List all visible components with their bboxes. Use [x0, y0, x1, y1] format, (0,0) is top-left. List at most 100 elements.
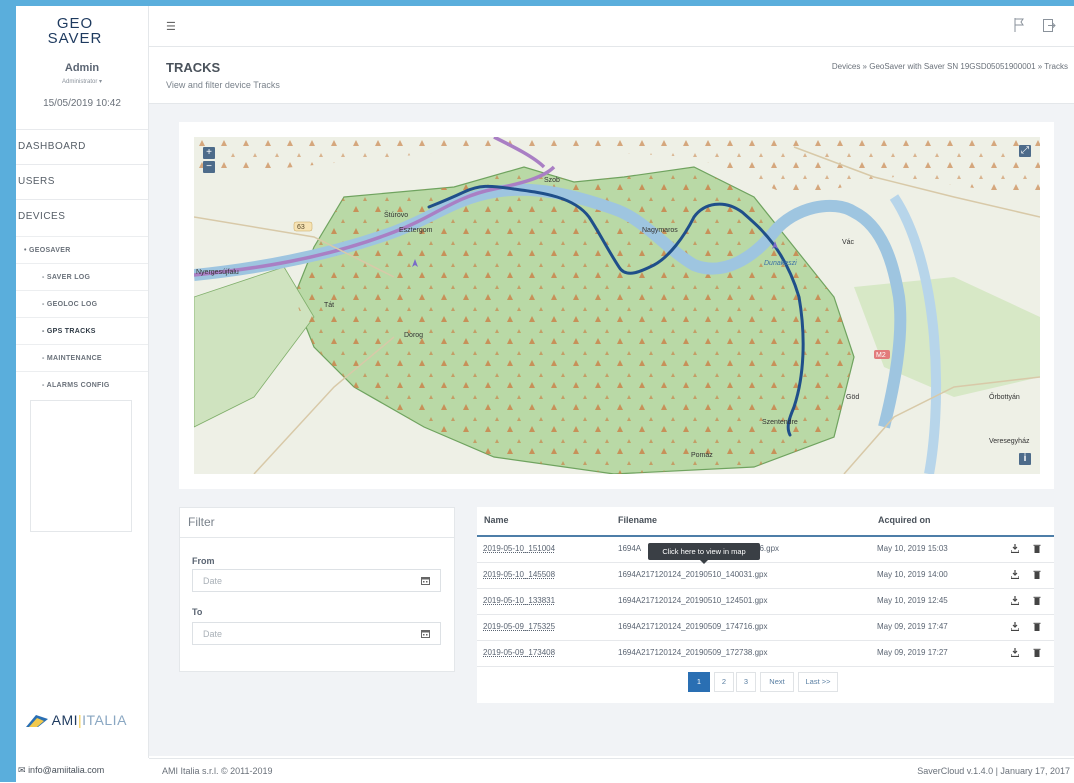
geosaver-logo[interactable]: GEO SAVER: [40, 16, 110, 46]
ami-italia-logo: AMI|ITALIA: [26, 712, 127, 728]
version-info: SaverCloud v.1.4.0 | January 17, 2017: [917, 766, 1070, 776]
current-datetime: 15/05/2019 10:42: [43, 98, 121, 109]
ami-logo-text: AMI: [51, 712, 79, 728]
nav-dashboard[interactable]: DASHBOARD: [16, 129, 148, 163]
calendar-icon: [421, 577, 430, 585]
delete-icon[interactable]: [1033, 570, 1041, 579]
sidebar-empty-panel: [30, 400, 132, 532]
town-label: Szob: [544, 177, 560, 184]
table-row: 2019-05-09_173408 1694A217120124_2019050…: [477, 641, 1054, 667]
nav-devices[interactable]: DEVICES: [16, 199, 148, 233]
from-date-input[interactable]: [192, 569, 436, 592]
track-name-link[interactable]: 2019-05-09_175325: [483, 622, 555, 631]
view-in-map-tooltip: Click here to view in map: [648, 543, 760, 564]
zoom-in-button[interactable]: +: [203, 147, 215, 159]
nav-alarms-config[interactable]: - ALARMS CONFIG: [16, 371, 148, 398]
download-icon[interactable]: [1011, 570, 1019, 579]
nav-maintenance[interactable]: - MAINTENANCE: [16, 344, 148, 371]
delete-icon[interactable]: [1033, 544, 1041, 553]
track-acquired: May 10, 2019 14:00: [877, 570, 948, 579]
breadcrumb[interactable]: Devices » GeoSaver with Saver SN 19GSD05…: [832, 62, 1068, 71]
track-name-link[interactable]: 2019-05-10_151004: [483, 544, 555, 553]
column-header-name[interactable]: Name: [484, 515, 509, 525]
ami-logo-suffix: ITALIA: [82, 712, 127, 728]
track-filename: 1694A217120124_20190510_124501.gpx: [618, 596, 768, 605]
town-label: Vác: [842, 239, 855, 246]
nav-gps-tracks[interactable]: - GPS TRACKS: [16, 317, 148, 344]
town-label: Őrbottyán: [989, 392, 1020, 401]
logout-icon[interactable]: [1043, 19, 1056, 32]
table-row: 2019-05-09_175325 1694A217120124_2019050…: [477, 615, 1054, 641]
menu-toggle-icon[interactable]: ☰: [166, 20, 176, 33]
user-name: Admin: [64, 62, 100, 74]
copyright: AMI Italia s.r.l. © 2011-2019: [162, 766, 273, 776]
track-name-link[interactable]: 2019-05-10_133831: [483, 596, 555, 605]
track-filename: 1694A217120124_20190509_174716.gpx: [618, 622, 768, 631]
filter-title: Filter: [188, 515, 215, 529]
track-filename: 1694A: [618, 544, 642, 553]
track-name-link[interactable]: 2019-05-09_173408: [483, 648, 555, 657]
flag-icon[interactable]: [1014, 18, 1024, 32]
town-label: Štúrovo: [384, 210, 408, 219]
town-label: Nagymaros: [642, 227, 678, 234]
town-label: Esztergom: [399, 227, 433, 234]
track-name-link[interactable]: 2019-05-10_145508: [483, 570, 555, 579]
page-2-button[interactable]: 2: [714, 672, 734, 692]
ami-logo-icon: [26, 715, 48, 727]
town-label: Tát: [324, 302, 334, 309]
logo-line2: SAVER: [47, 30, 103, 47]
track-filename: 1694A217120124_20190509_172738.gpx: [618, 648, 768, 657]
map-info-icon[interactable]: i: [1019, 453, 1031, 465]
from-calendar-button[interactable]: [411, 569, 441, 592]
column-header-acquired[interactable]: Acquired on: [878, 515, 931, 525]
nav-geosaver[interactable]: • GEOSAVER: [16, 236, 148, 263]
delete-icon[interactable]: [1033, 648, 1041, 657]
table-row: 2019-05-10_151004 1694A 56.gpx May 10, 2…: [477, 537, 1054, 563]
page-header: [149, 47, 1074, 104]
next-page-button[interactable]: Next: [760, 672, 794, 692]
track-filename: 1694A217120124_20190510_140031.gpx: [618, 570, 768, 579]
track-acquired: May 10, 2019 12:45: [877, 596, 948, 605]
download-icon[interactable]: [1011, 622, 1019, 631]
town-label: Dorog: [404, 332, 423, 339]
column-header-filename[interactable]: Filename: [618, 515, 657, 525]
calendar-icon: [421, 630, 430, 638]
download-icon[interactable]: [1011, 648, 1019, 657]
delete-icon[interactable]: [1033, 596, 1041, 605]
map-canvas[interactable]: 63 M2 Szob Štúrovo Esztergom Nyergesújfa…: [194, 137, 1040, 474]
contact-email-link[interactable]: ✉ info@amiitalia.com: [18, 765, 104, 776]
user-role-dropdown[interactable]: Administrator ▾: [16, 78, 148, 85]
last-page-button[interactable]: Last >>: [798, 672, 838, 692]
town-label: Nyergesújfalu: [196, 269, 239, 276]
town-label: Dunakeszi: [764, 260, 797, 267]
town-label: Göd: [846, 394, 859, 401]
to-label: To: [192, 607, 203, 617]
town-label: Pomáz: [691, 452, 713, 459]
track-acquired: May 10, 2019 15:03: [877, 544, 948, 553]
track-acquired: May 09, 2019 17:47: [877, 622, 948, 631]
from-label: From: [192, 556, 215, 566]
nav-saver-log[interactable]: - SAVER LOG: [16, 263, 148, 290]
download-icon[interactable]: [1011, 596, 1019, 605]
download-icon[interactable]: [1011, 544, 1019, 553]
table-row: 2019-05-10_133831 1694A217120124_2019051…: [477, 589, 1054, 615]
page-1-button[interactable]: 1: [688, 672, 710, 692]
contact-email: info@amiitalia.com: [28, 765, 105, 775]
page-3-button[interactable]: 3: [736, 672, 756, 692]
filter-divider: [180, 537, 454, 538]
track-acquired: May 09, 2019 17:27: [877, 648, 948, 657]
left-accent-bar: [0, 0, 16, 782]
fullscreen-icon[interactable]: ⤢: [1019, 145, 1031, 157]
to-date-input[interactable]: [192, 622, 436, 645]
delete-icon[interactable]: [1033, 622, 1041, 631]
envelope-icon: ✉: [18, 765, 26, 775]
nav-geoloc-log[interactable]: - GEOLOC LOG: [16, 290, 148, 317]
top-navbar: [149, 6, 1074, 47]
page-subtitle: View and filter device Tracks: [166, 80, 280, 90]
track-map[interactable]: 63 M2 Szob Štúrovo Esztergom Nyergesújfa…: [194, 137, 1040, 474]
to-calendar-button[interactable]: [411, 622, 441, 645]
zoom-out-button[interactable]: −: [203, 161, 215, 173]
town-label: Veresegyház: [989, 438, 1030, 445]
town-label: Szentendre: [762, 419, 798, 426]
nav-users[interactable]: USERS: [16, 164, 148, 198]
